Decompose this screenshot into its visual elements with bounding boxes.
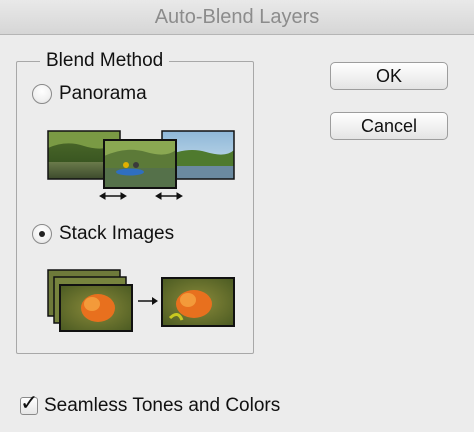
stack-images-radio-option[interactable]: Stack Images	[32, 221, 174, 247]
stack-images-radio[interactable]	[32, 224, 52, 244]
blend-method-legend: Blend Method	[40, 50, 170, 72]
seamless-label: Seamless Tones and Colors	[44, 395, 281, 416]
window-title: Auto-Blend Layers	[0, 0, 474, 35]
stack-arrow-icon	[138, 297, 158, 305]
stack-photo-front	[59, 284, 133, 332]
ok-button[interactable]: OK	[330, 62, 448, 90]
stack-images-label: Stack Images	[59, 223, 175, 244]
panorama-radio[interactable]	[32, 84, 52, 104]
seamless-checkbox[interactable]: ✓	[20, 392, 38, 415]
panorama-arrows	[99, 192, 183, 200]
auto-blend-dialog: Auto-Blend Layers Blend Method Panorama	[0, 0, 474, 432]
stack-images-illustration	[47, 269, 235, 332]
panorama-illustration	[47, 130, 235, 200]
panorama-radio-option[interactable]: Panorama	[32, 81, 147, 107]
seamless-tones-option[interactable]: ✓ Seamless Tones and Colors	[20, 392, 281, 417]
panorama-label: Panorama	[59, 83, 147, 104]
panorama-center-photo	[103, 139, 177, 189]
cancel-button[interactable]: Cancel	[330, 112, 448, 140]
checkmark-icon: ✓	[20, 390, 39, 415]
stack-result-photo	[161, 277, 235, 327]
